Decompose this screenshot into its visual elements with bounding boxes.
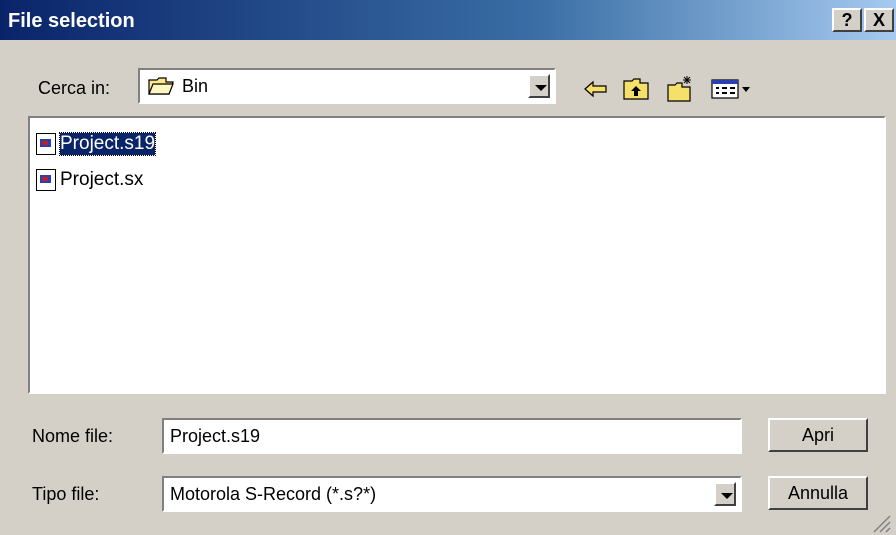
file-icon [36,133,56,155]
help-button[interactable]: ? [832,8,862,32]
look-in-dropdown[interactable]: Bin [138,68,556,104]
filename-value: Project.s19 [170,426,261,446]
title-bar: File selection ? X [0,0,896,40]
close-button[interactable]: X [864,8,894,32]
filename-label: Nome file: [32,426,114,446]
list-item[interactable]: Project.sx [36,168,143,192]
look-in-label: Cerca in: [38,78,111,98]
filetype-value: Motorola S-Record (*.s?*) [170,484,377,504]
file-name: Project.s19 [58,132,157,156]
view-menu-icon[interactable] [710,76,760,102]
open-button[interactable]: Apri [768,418,868,452]
look-in-arrow[interactable] [528,74,550,98]
window-title: File selection [8,10,135,32]
resize-grip-icon[interactable] [870,512,892,534]
filetype-arrow[interactable] [714,482,736,506]
filetype-dropdown[interactable]: Motorola S-Record (*.s?*) [162,476,742,512]
back-icon[interactable] [582,75,610,103]
file-list[interactable]: Project.s19 Project.sx [28,116,886,394]
list-item[interactable]: Project.s19 [36,132,157,156]
filetype-label: Tipo file: [32,484,100,504]
look-in-value: Bin [182,76,209,96]
up-folder-icon[interactable] [622,75,650,103]
filename-input[interactable]: Project.s19 [162,418,742,454]
cancel-button[interactable]: Annulla [768,476,868,510]
file-name: Project.sx [60,169,144,190]
file-icon [36,169,56,191]
new-folder-icon[interactable] [666,75,694,103]
folder-icon [148,77,174,95]
